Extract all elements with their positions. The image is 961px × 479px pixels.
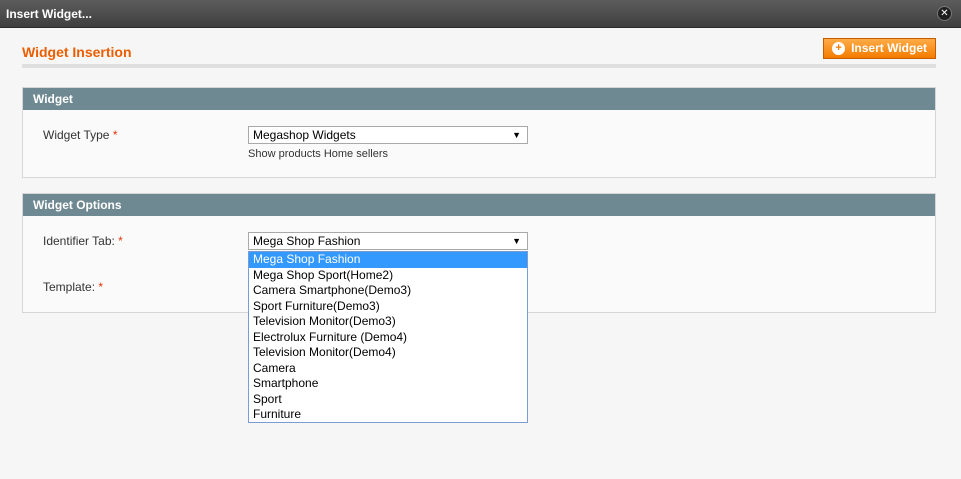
dropdown-option[interactable]: Television Monitor(Demo3) <box>249 314 527 330</box>
chevron-down-icon: ▼ <box>512 130 521 140</box>
window-title: Insert Widget... <box>6 7 92 21</box>
widget-options-heading: Widget Options <box>23 194 935 216</box>
insert-widget-button[interactable]: + Insert Widget <box>823 38 936 59</box>
widget-section-heading: Widget <box>23 88 935 110</box>
dropdown-option[interactable]: Camera <box>249 361 527 377</box>
dropdown-option[interactable]: Furniture <box>249 407 527 423</box>
identifier-tab-value: Mega Shop Fashion <box>253 234 361 248</box>
identifier-tab-label: Identifier Tab: * <box>43 234 123 248</box>
widget-type-value: Megashop Widgets <box>253 128 356 142</box>
widget-fieldset: Widget Widget Type * Megashop Widgets ▼ … <box>22 87 936 178</box>
widget-type-note: Show products Home sellers <box>248 148 389 160</box>
dropdown-option[interactable]: Sport Furniture(Demo3) <box>249 299 527 315</box>
dropdown-option[interactable]: Television Monitor(Demo4) <box>249 345 527 361</box>
page-title: Widget Insertion <box>22 44 132 60</box>
dropdown-option[interactable]: Smartphone <box>249 376 527 392</box>
insert-widget-label: Insert Widget <box>851 41 927 55</box>
identifier-tab-dropdown[interactable]: Mega Shop Fashion Mega Shop Sport(Home2)… <box>248 251 528 423</box>
identifier-tab-select[interactable]: Mega Shop Fashion ▼ <box>248 232 528 250</box>
chevron-down-icon: ▼ <box>512 236 521 246</box>
widget-type-label: Widget Type * <box>43 128 118 142</box>
window-titlebar: Insert Widget... ✕ <box>0 0 961 28</box>
add-icon: + <box>832 42 846 55</box>
required-mark: * <box>98 280 104 294</box>
dropdown-option[interactable]: Camera Smartphone(Demo3) <box>249 283 527 299</box>
dropdown-option[interactable]: Mega Shop Sport(Home2) <box>249 268 527 284</box>
template-label: Template: * <box>43 280 104 294</box>
content-header: Widget Insertion + Insert Widget <box>22 38 936 68</box>
dropdown-option[interactable]: Mega Shop Fashion <box>249 252 527 268</box>
required-mark: * <box>118 234 123 248</box>
close-icon[interactable]: ✕ <box>937 6 952 21</box>
dropdown-option[interactable]: Sport <box>249 392 527 408</box>
dropdown-option[interactable]: Electrolux Furniture (Demo4) <box>249 330 527 346</box>
required-mark: * <box>112 128 118 142</box>
widget-type-select[interactable]: Megashop Widgets ▼ <box>248 126 528 144</box>
